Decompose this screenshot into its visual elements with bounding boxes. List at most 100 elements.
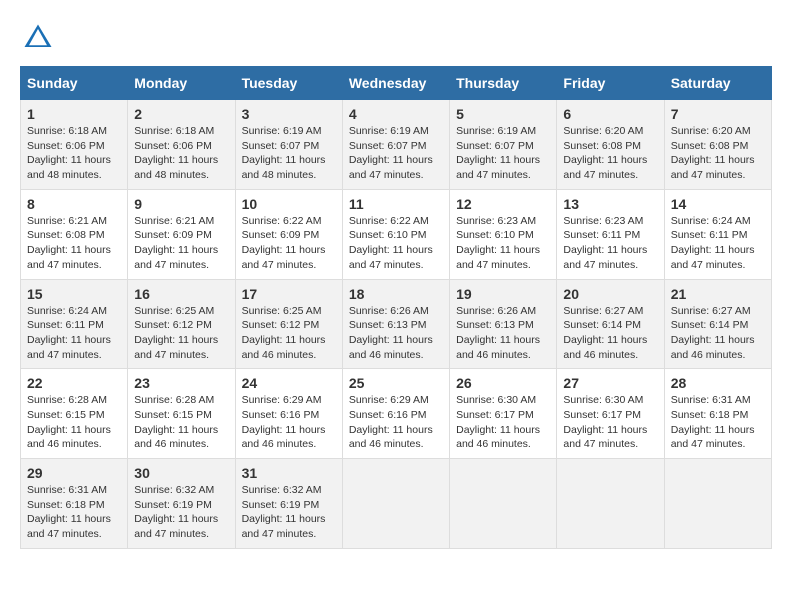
calendar-cell	[664, 459, 771, 549]
day-number: 22	[27, 375, 121, 391]
day-number: 16	[134, 286, 228, 302]
day-info: Sunrise: 6:23 AM Sunset: 6:11 PM Dayligh…	[563, 214, 657, 273]
calendar-cell: 2 Sunrise: 6:18 AM Sunset: 6:06 PM Daylig…	[128, 100, 235, 190]
day-number: 12	[456, 196, 550, 212]
day-info: Sunrise: 6:21 AM Sunset: 6:08 PM Dayligh…	[27, 214, 121, 273]
day-info: Sunrise: 6:32 AM Sunset: 6:19 PM Dayligh…	[134, 483, 228, 542]
calendar-cell: 20 Sunrise: 6:27 AM Sunset: 6:14 PM Dayli…	[557, 279, 664, 369]
calendar-cell: 4 Sunrise: 6:19 AM Sunset: 6:07 PM Daylig…	[342, 100, 449, 190]
calendar-cell: 26 Sunrise: 6:30 AM Sunset: 6:17 PM Dayli…	[450, 369, 557, 459]
day-number: 2	[134, 106, 228, 122]
day-number: 8	[27, 196, 121, 212]
day-info: Sunrise: 6:23 AM Sunset: 6:10 PM Dayligh…	[456, 214, 550, 273]
header-tuesday: Tuesday	[235, 67, 342, 100]
day-number: 17	[242, 286, 336, 302]
day-info: Sunrise: 6:19 AM Sunset: 6:07 PM Dayligh…	[242, 124, 336, 183]
day-info: Sunrise: 6:30 AM Sunset: 6:17 PM Dayligh…	[563, 393, 657, 452]
day-info: Sunrise: 6:18 AM Sunset: 6:06 PM Dayligh…	[134, 124, 228, 183]
day-number: 21	[671, 286, 765, 302]
day-info: Sunrise: 6:20 AM Sunset: 6:08 PM Dayligh…	[671, 124, 765, 183]
calendar-cell	[450, 459, 557, 549]
calendar-cell: 23 Sunrise: 6:28 AM Sunset: 6:15 PM Dayli…	[128, 369, 235, 459]
day-info: Sunrise: 6:30 AM Sunset: 6:17 PM Dayligh…	[456, 393, 550, 452]
day-info: Sunrise: 6:18 AM Sunset: 6:06 PM Dayligh…	[27, 124, 121, 183]
calendar-cell: 14 Sunrise: 6:24 AM Sunset: 6:11 PM Dayli…	[664, 189, 771, 279]
calendar-cell: 19 Sunrise: 6:26 AM Sunset: 6:13 PM Dayli…	[450, 279, 557, 369]
day-info: Sunrise: 6:27 AM Sunset: 6:14 PM Dayligh…	[563, 304, 657, 363]
calendar-week-5: 29 Sunrise: 6:31 AM Sunset: 6:18 PM Dayli…	[21, 459, 772, 549]
calendar-cell: 15 Sunrise: 6:24 AM Sunset: 6:11 PM Dayli…	[21, 279, 128, 369]
calendar-cell: 11 Sunrise: 6:22 AM Sunset: 6:10 PM Dayli…	[342, 189, 449, 279]
day-number: 1	[27, 106, 121, 122]
day-number: 5	[456, 106, 550, 122]
day-info: Sunrise: 6:28 AM Sunset: 6:15 PM Dayligh…	[27, 393, 121, 452]
calendar-week-1: 1 Sunrise: 6:18 AM Sunset: 6:06 PM Daylig…	[21, 100, 772, 190]
day-info: Sunrise: 6:28 AM Sunset: 6:15 PM Dayligh…	[134, 393, 228, 452]
day-number: 11	[349, 196, 443, 212]
day-info: Sunrise: 6:29 AM Sunset: 6:16 PM Dayligh…	[242, 393, 336, 452]
header-monday: Monday	[128, 67, 235, 100]
day-number: 6	[563, 106, 657, 122]
calendar-cell: 18 Sunrise: 6:26 AM Sunset: 6:13 PM Dayli…	[342, 279, 449, 369]
logo	[20, 20, 60, 56]
header-friday: Friday	[557, 67, 664, 100]
day-info: Sunrise: 6:26 AM Sunset: 6:13 PM Dayligh…	[349, 304, 443, 363]
day-number: 15	[27, 286, 121, 302]
day-number: 18	[349, 286, 443, 302]
day-info: Sunrise: 6:21 AM Sunset: 6:09 PM Dayligh…	[134, 214, 228, 273]
day-number: 20	[563, 286, 657, 302]
day-number: 7	[671, 106, 765, 122]
calendar-cell: 5 Sunrise: 6:19 AM Sunset: 6:07 PM Daylig…	[450, 100, 557, 190]
day-info: Sunrise: 6:25 AM Sunset: 6:12 PM Dayligh…	[242, 304, 336, 363]
day-info: Sunrise: 6:24 AM Sunset: 6:11 PM Dayligh…	[27, 304, 121, 363]
day-number: 3	[242, 106, 336, 122]
calendar-cell: 16Sunrise: 6:25 AM Sunset: 6:12 PM Dayli…	[128, 279, 235, 369]
day-number: 10	[242, 196, 336, 212]
calendar-cell: 1 Sunrise: 6:18 AM Sunset: 6:06 PM Daylig…	[21, 100, 128, 190]
day-number: 24	[242, 375, 336, 391]
calendar-cell: 13Sunrise: 6:23 AM Sunset: 6:11 PM Dayli…	[557, 189, 664, 279]
calendar-cell: 29 Sunrise: 6:31 AM Sunset: 6:18 PM Dayli…	[21, 459, 128, 549]
day-number: 23	[134, 375, 228, 391]
day-info: Sunrise: 6:19 AM Sunset: 6:07 PM Dayligh…	[349, 124, 443, 183]
header-thursday: Thursday	[450, 67, 557, 100]
calendar-cell: 22 Sunrise: 6:28 AM Sunset: 6:15 PM Dayli…	[21, 369, 128, 459]
day-number: 31	[242, 465, 336, 481]
calendar-cell: 27Sunrise: 6:30 AM Sunset: 6:17 PM Dayli…	[557, 369, 664, 459]
day-info: Sunrise: 6:22 AM Sunset: 6:10 PM Dayligh…	[349, 214, 443, 273]
day-info: Sunrise: 6:20 AM Sunset: 6:08 PM Dayligh…	[563, 124, 657, 183]
calendar-cell: 3 Sunrise: 6:19 AM Sunset: 6:07 PM Daylig…	[235, 100, 342, 190]
header-sunday: Sunday	[21, 67, 128, 100]
day-number: 9	[134, 196, 228, 212]
calendar-cell	[342, 459, 449, 549]
day-number: 28	[671, 375, 765, 391]
calendar-cell: 25Sunrise: 6:29 AM Sunset: 6:16 PM Dayli…	[342, 369, 449, 459]
day-info: Sunrise: 6:24 AM Sunset: 6:11 PM Dayligh…	[671, 214, 765, 273]
calendar-cell: 12 Sunrise: 6:23 AM Sunset: 6:10 PM Dayli…	[450, 189, 557, 279]
calendar-cell: 24 Sunrise: 6:29 AM Sunset: 6:16 PM Dayli…	[235, 369, 342, 459]
day-info: Sunrise: 6:32 AM Sunset: 6:19 PM Dayligh…	[242, 483, 336, 542]
day-number: 26	[456, 375, 550, 391]
day-number: 29	[27, 465, 121, 481]
day-info: Sunrise: 6:31 AM Sunset: 6:18 PM Dayligh…	[27, 483, 121, 542]
day-info: Sunrise: 6:22 AM Sunset: 6:09 PM Dayligh…	[242, 214, 336, 273]
logo-icon	[20, 20, 56, 56]
calendar-header-row: SundayMondayTuesdayWednesdayThursdayFrid…	[21, 67, 772, 100]
day-number: 19	[456, 286, 550, 302]
calendar-cell: 31 Sunrise: 6:32 AM Sunset: 6:19 PM Dayli…	[235, 459, 342, 549]
day-info: Sunrise: 6:27 AM Sunset: 6:14 PM Dayligh…	[671, 304, 765, 363]
calendar-cell	[557, 459, 664, 549]
day-info: Sunrise: 6:31 AM Sunset: 6:18 PM Dayligh…	[671, 393, 765, 452]
day-info: Sunrise: 6:26 AM Sunset: 6:13 PM Dayligh…	[456, 304, 550, 363]
calendar-cell: 7 Sunrise: 6:20 AM Sunset: 6:08 PM Daylig…	[664, 100, 771, 190]
day-number: 25	[349, 375, 443, 391]
day-number: 4	[349, 106, 443, 122]
page-header	[20, 20, 772, 56]
calendar-cell: 9 Sunrise: 6:21 AM Sunset: 6:09 PM Daylig…	[128, 189, 235, 279]
calendar-cell: 21 Sunrise: 6:27 AM Sunset: 6:14 PM Dayli…	[664, 279, 771, 369]
calendar-week-2: 8 Sunrise: 6:21 AM Sunset: 6:08 PM Daylig…	[21, 189, 772, 279]
calendar-week-3: 15 Sunrise: 6:24 AM Sunset: 6:11 PM Dayli…	[21, 279, 772, 369]
day-number: 14	[671, 196, 765, 212]
day-info: Sunrise: 6:19 AM Sunset: 6:07 PM Dayligh…	[456, 124, 550, 183]
calendar-cell: 8 Sunrise: 6:21 AM Sunset: 6:08 PM Daylig…	[21, 189, 128, 279]
